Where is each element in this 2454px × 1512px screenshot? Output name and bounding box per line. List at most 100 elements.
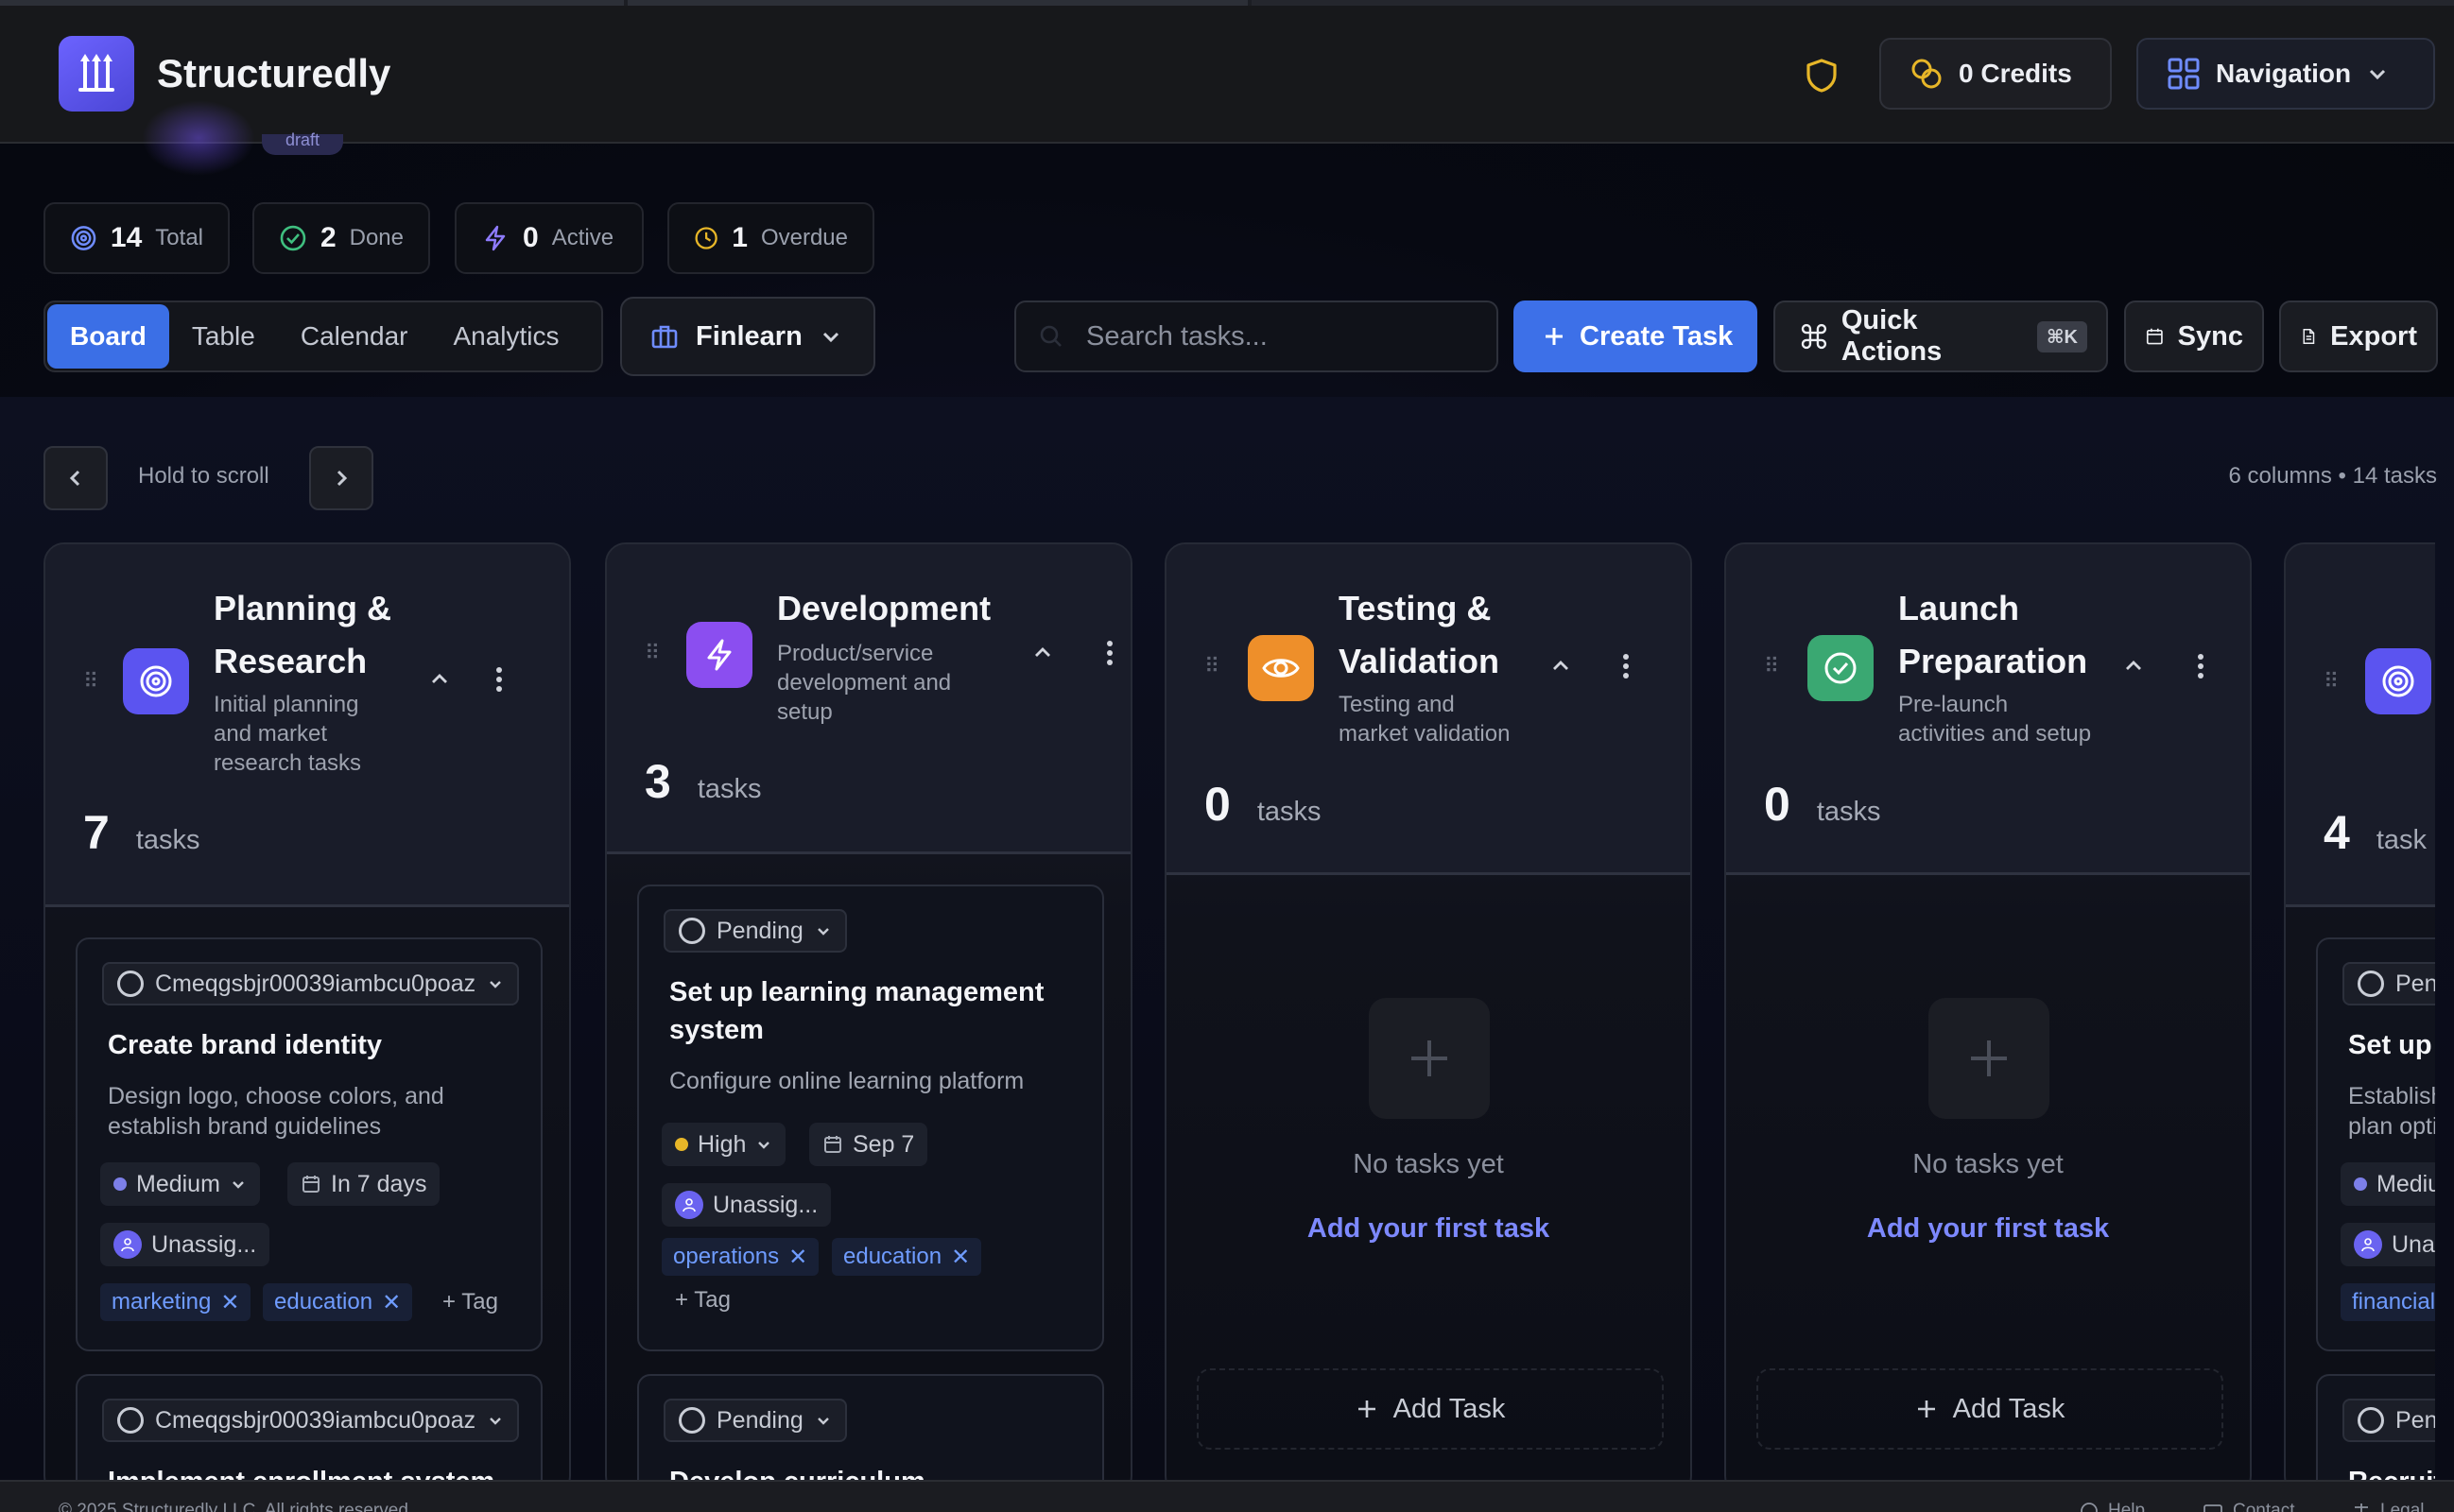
title-line: Set up learning management (669, 977, 1045, 1007)
status-dropdown[interactable]: Cmeqgsbjr00039iambcu0poaz (102, 1399, 520, 1442)
status-dropdown[interactable]: Pen (2342, 962, 2435, 1005)
tab-board[interactable]: Board (47, 304, 169, 369)
plus-icon (1917, 1400, 1935, 1418)
collapse-chevron-icon[interactable] (2121, 654, 2146, 679)
navigation-button[interactable]: Navigation (2136, 38, 2435, 110)
task-title: Create brand identity (108, 1030, 383, 1060)
column-title-line: Launch (1898, 589, 2020, 627)
remove-tag-icon[interactable]: ✕ (220, 1289, 239, 1316)
task-title: Set up learning management system (669, 973, 1044, 1049)
remove-tag-icon[interactable]: ✕ (788, 1244, 807, 1271)
status-dropdown[interactable]: Pending (664, 909, 847, 953)
column-menu-icon[interactable] (2195, 652, 2206, 680)
drag-handle-icon[interactable]: ⠿ (1204, 654, 1219, 679)
status-circle-icon (2358, 1407, 2384, 1434)
scroll-right-button[interactable] (309, 446, 373, 510)
drag-handle-icon[interactable]: ⠿ (645, 641, 660, 665)
hold-to-scroll-hint: Hold to scroll (138, 463, 269, 489)
column-title-line: Preparation (1898, 642, 2088, 680)
coins-icon (1911, 59, 1942, 89)
add-task-button[interactable]: Add Task (1197, 1368, 1664, 1450)
column-development: ⠿ Development Product/service developmen… (605, 542, 1132, 1497)
chevron-down-icon (758, 1142, 770, 1149)
add-first-task-link[interactable]: Add your first task (1167, 1213, 1690, 1245)
create-task-button[interactable]: Create Task (1513, 301, 1757, 372)
description-line: plan opti (2348, 1113, 2435, 1140)
target-icon (71, 226, 96, 250)
project-selector[interactable]: Finlearn (620, 297, 875, 376)
task-card[interactable]: Pending Set up learning management syste… (637, 885, 1104, 1351)
view-tabs: Board Table Calendar Analytics (43, 301, 603, 372)
shield-icon[interactable] (1806, 59, 1838, 93)
task-description: Design logo, choose colors, and establis… (108, 1081, 444, 1142)
drag-handle-icon[interactable]: ⠿ (1764, 654, 1779, 679)
column-menu-icon[interactable] (1620, 652, 1632, 680)
tag-chip[interactable]: education ✕ (263, 1283, 413, 1321)
drag-handle-icon[interactable]: ⠿ (83, 669, 98, 694)
remove-tag-icon[interactable]: ✕ (951, 1244, 970, 1271)
priority-dropdown[interactable]: Medium (100, 1162, 260, 1206)
tab-analytics[interactable]: Analytics (430, 304, 581, 369)
quick-actions-button[interactable]: Quick Actions ⌘K (1773, 301, 2108, 372)
logo[interactable] (59, 36, 134, 112)
credits-button[interactable]: 0 Credits (1879, 38, 2112, 110)
export-button[interactable]: Export (2279, 301, 2438, 372)
collapse-chevron-icon[interactable] (1030, 641, 1055, 665)
assignee-chip[interactable]: Unassig... (662, 1183, 832, 1227)
column-desc-line: research tasks (214, 750, 362, 776)
status-circle-icon (2358, 971, 2384, 997)
project-name: Finlearn (696, 320, 803, 352)
column-desc-line: Testing and (1339, 692, 1455, 717)
column-menu-icon[interactable] (1104, 639, 1115, 667)
task-card[interactable]: Cmeqgsbjr00039iambcu0poaz Create brand i… (76, 937, 543, 1351)
due-date-chip[interactable]: Sep 7 (809, 1123, 928, 1166)
column-title: Launch Preparation (1898, 582, 2087, 688)
priority-dropdown[interactable]: High (662, 1123, 786, 1166)
help-icon (2081, 1503, 2098, 1512)
add-task-button[interactable]: Add Task (1756, 1368, 2223, 1450)
scroll-left-button[interactable] (43, 446, 108, 510)
assignee-chip[interactable]: Una (2341, 1223, 2435, 1266)
remove-tag-icon[interactable]: ✕ (382, 1289, 401, 1316)
collapse-chevron-icon[interactable] (427, 667, 452, 692)
collapse-chevron-icon[interactable] (1548, 654, 1573, 679)
status-dropdown[interactable]: Cmeqgsbjr00039iambcu0poaz (102, 962, 520, 1005)
count-label: tasks (135, 825, 200, 855)
footer-link-help[interactable]: Help (2080, 1501, 2145, 1512)
task-card[interactable]: Pending Develop curriculum (637, 1374, 1104, 1495)
lightning-icon (686, 622, 752, 688)
count-label: task (2376, 825, 2427, 855)
add-first-task-link[interactable]: Add your first task (1726, 1213, 2250, 1245)
task-card[interactable]: Pen Set up Establish plan opti Mediu Una… (2316, 937, 2435, 1351)
assignee-chip[interactable]: Unassig... (100, 1223, 270, 1266)
task-card[interactable]: Pen Recruit (2316, 1374, 2435, 1495)
command-icon (1801, 323, 1827, 350)
footer-link-legal[interactable]: Legal (2352, 1501, 2425, 1512)
status-dropdown[interactable]: Pen (2342, 1399, 2435, 1442)
tag-chip[interactable]: marketing ✕ (100, 1283, 251, 1321)
column-header: ⠿ Testing & Validation Testing and marke… (1167, 544, 1690, 875)
tag-chip[interactable]: education ✕ (832, 1238, 982, 1276)
add-tag-button[interactable]: + Tag (442, 1289, 498, 1315)
status-circle-icon (679, 918, 705, 944)
search-input[interactable] (1086, 320, 1464, 352)
status-dropdown[interactable]: Pending (664, 1399, 847, 1442)
tag-chip[interactable]: operations ✕ (662, 1238, 820, 1276)
calendar-icon (2146, 328, 2163, 345)
tab-calendar[interactable]: Calendar (278, 304, 431, 369)
priority-dropdown[interactable]: Mediu (2341, 1162, 2435, 1206)
tab-table[interactable]: Table (169, 304, 278, 369)
column-menu-icon[interactable] (493, 665, 505, 694)
footer-link-contact[interactable]: Contact (2203, 1501, 2294, 1512)
drag-handle-icon[interactable]: ⠿ (2324, 669, 2339, 694)
task-card[interactable]: Cmeqgsbjr00039iambcu0poaz Implement enro… (76, 1374, 543, 1495)
column-title: Development (777, 589, 992, 627)
description-line: Design logo, choose colors, and (108, 1083, 444, 1109)
sync-button[interactable]: Sync (2124, 301, 2264, 372)
mail-icon (2203, 1504, 2222, 1512)
tag-chip[interactable]: financial (2341, 1283, 2435, 1321)
add-tag-button[interactable]: + Tag (675, 1287, 731, 1314)
chevron-down-icon (233, 1181, 244, 1189)
column-header: ⠿ Development Product/service developmen… (607, 544, 1131, 854)
due-date-chip[interactable]: In 7 days (287, 1162, 441, 1206)
